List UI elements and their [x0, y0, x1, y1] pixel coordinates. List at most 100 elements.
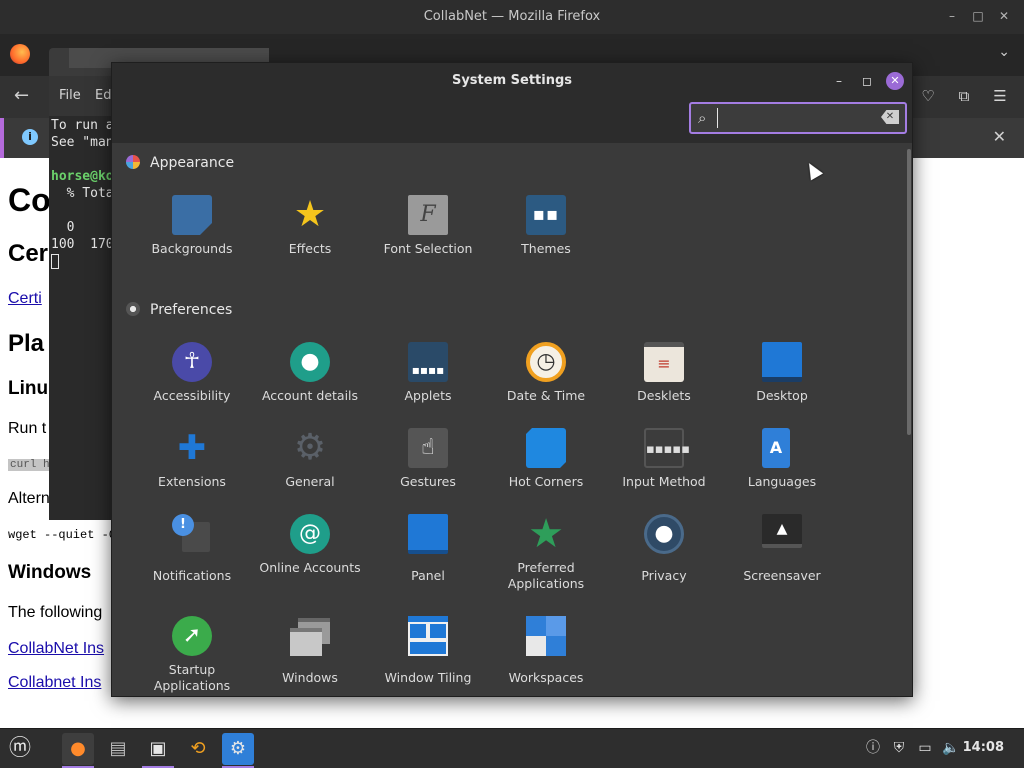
- settings-item-label: Accessibility: [153, 388, 231, 403]
- settings-item-accessibility[interactable]: ☥ Accessibility: [133, 342, 251, 428]
- desklets-icon: ≡: [644, 342, 684, 382]
- settings-item-gestures[interactable]: ☝ Gestures: [369, 428, 487, 514]
- settings-item-label: Date & Time: [506, 388, 586, 403]
- terminal-line: 0: [51, 220, 75, 235]
- close-icon[interactable]: ✕: [886, 72, 904, 90]
- settings-item-windows[interactable]: Windows: [251, 616, 369, 696]
- settings-item-input-method[interactable]: ▪▪▪▪▪ Input Method: [605, 428, 723, 514]
- updater-icon[interactable]: ⟲: [182, 733, 214, 765]
- network-icon[interactable]: ▭: [916, 739, 934, 757]
- section-appearance: Appearance: [126, 155, 234, 171]
- hamburger-menu-icon[interactable]: ☰: [990, 86, 1010, 106]
- clock[interactable]: 14:08: [963, 740, 1004, 755]
- collabnet-installer-link-2[interactable]: Collabnet Ins: [8, 674, 101, 692]
- settings-item-label: Effects: [288, 241, 332, 256]
- settings-item-general[interactable]: ⚙ General: [251, 428, 369, 514]
- preferred-applications-icon: ★: [528, 511, 564, 557]
- settings-item-label: Window Tiling: [384, 670, 472, 685]
- gestures-icon: ☝: [408, 428, 448, 468]
- paragraph-run: Run t: [8, 420, 47, 437]
- close-notification-icon[interactable]: ✕: [993, 127, 1006, 146]
- search-icon: ⌕: [698, 109, 707, 127]
- general-icon: ⚙: [293, 427, 327, 468]
- heading-windows: Windows: [8, 562, 92, 583]
- settings-item-preferred-applications[interactable]: ★ Preferred Applications: [487, 514, 605, 600]
- panel-icon: [408, 514, 448, 554]
- settings-scrollbar[interactable]: [907, 149, 911, 435]
- appearance-icon: [126, 155, 140, 169]
- system-settings-icon[interactable]: ⚙: [222, 733, 254, 765]
- settings-item-label: Hot Corners: [508, 474, 584, 489]
- maximize-icon[interactable]: ◻: [858, 72, 876, 90]
- files-icon[interactable]: ▤: [102, 733, 134, 765]
- terminal-line: See "man: [51, 135, 114, 150]
- settings-item-notifications[interactable]: ! Notifications: [133, 514, 251, 600]
- account-details-icon: ●: [290, 342, 330, 382]
- paragraph-following: The following: [8, 604, 103, 621]
- settings-item-languages[interactable]: A Languages: [723, 428, 841, 514]
- settings-item-label: Online Accounts: [259, 560, 361, 575]
- settings-item-themes[interactable]: ▪▪ Themes: [487, 195, 605, 281]
- settings-item-workspaces[interactable]: Workspaces: [487, 616, 605, 696]
- menu-icon[interactable]: ⓜ: [4, 733, 36, 765]
- window-tiling-icon: [408, 616, 448, 656]
- terminal-prompt: horse@ko: [51, 169, 114, 184]
- terminal-icon[interactable]: ▣: [142, 733, 174, 765]
- settings-item-privacy[interactable]: ● Privacy: [605, 514, 723, 600]
- extensions-icon[interactable]: ⧉: [954, 86, 974, 106]
- privacy-icon: ●: [644, 514, 684, 554]
- settings-item-desklets[interactable]: ≡ Desklets: [605, 342, 723, 428]
- settings-item-hot-corners[interactable]: Hot Corners: [487, 428, 605, 514]
- section-preferences: Preferences: [126, 302, 232, 318]
- settings-item-window-tiling[interactable]: Window Tiling: [369, 616, 487, 696]
- volume-icon[interactable]: 🔈: [942, 739, 960, 757]
- startup-applications-icon: ➚: [172, 616, 212, 656]
- settings-item-label: Themes: [521, 241, 571, 256]
- settings-item-extensions[interactable]: ✚ Extensions: [133, 428, 251, 514]
- minimize-icon[interactable]: –: [830, 72, 848, 90]
- settings-item-startup-applications[interactable]: ➚ Startup Applications: [133, 616, 251, 696]
- firefox-icon[interactable]: ●: [62, 733, 94, 765]
- settings-item-effects[interactable]: ★ Effects: [251, 195, 369, 281]
- settings-item-label: Backgrounds: [151, 241, 233, 256]
- certificate-link[interactable]: Certi: [8, 290, 42, 308]
- section-title: Appearance: [150, 155, 235, 171]
- screensaver-icon: ▲: [762, 514, 802, 548]
- terminal-menu-file[interactable]: File: [59, 88, 81, 103]
- collabnet-installer-link-1[interactable]: CollabNet Ins: [8, 640, 104, 658]
- settings-item-label: General: [285, 474, 335, 489]
- settings-item-label: Privacy: [641, 568, 687, 583]
- pocket-icon[interactable]: ♡: [918, 86, 938, 106]
- close-icon[interactable]: ✕: [996, 8, 1012, 24]
- settings-item-panel[interactable]: Panel: [369, 514, 487, 600]
- settings-item-label: Startup Applications: [153, 662, 231, 693]
- update-manager-tray-icon[interactable]: ⛨: [890, 739, 908, 757]
- terminal-line: 100 170: [51, 237, 114, 252]
- terminal-menu-edit[interactable]: Ed: [95, 88, 111, 103]
- online-accounts-icon: @: [290, 514, 330, 554]
- settings-item-label: Preferred Applications: [507, 560, 585, 591]
- clear-search-icon[interactable]: ✕: [881, 110, 899, 124]
- settings-item-date-time[interactable]: ◷ Date & Time: [487, 342, 605, 428]
- search-input[interactable]: [717, 108, 877, 128]
- settings-item-desktop[interactable]: Desktop: [723, 342, 841, 428]
- maximize-icon[interactable]: □: [970, 8, 986, 24]
- list-all-tabs-icon[interactable]: ⌄: [998, 44, 1010, 60]
- settings-item-font-selection[interactable]: F Font Selection: [369, 195, 487, 281]
- themes-icon: ▪▪: [526, 195, 566, 235]
- preferences-icon: [126, 302, 140, 316]
- settings-item-backgrounds[interactable]: Backgrounds: [133, 195, 251, 281]
- terminal-cursor-line: [51, 254, 59, 270]
- settings-item-account-details[interactable]: ● Account details: [251, 342, 369, 428]
- settings-item-applets[interactable]: ▪▪▪▪ Applets: [369, 342, 487, 428]
- minimize-icon[interactable]: –: [944, 8, 960, 24]
- notifications-tray-icon[interactable]: ⓘ: [864, 739, 882, 757]
- settings-item-online-accounts[interactable]: @ Online Accounts: [251, 514, 369, 600]
- heading-platforms: Pla: [8, 330, 45, 357]
- settings-item-screensaver[interactable]: ▲ Screensaver: [723, 514, 841, 600]
- settings-search-box[interactable]: ⌕ ✕: [689, 102, 907, 134]
- firefox-window-title: CollabNet — Mozilla Firefox: [423, 9, 601, 24]
- languages-icon: A: [762, 428, 790, 468]
- accessibility-icon: ☥: [172, 342, 212, 382]
- back-arrow-icon[interactable]: ←: [14, 85, 29, 106]
